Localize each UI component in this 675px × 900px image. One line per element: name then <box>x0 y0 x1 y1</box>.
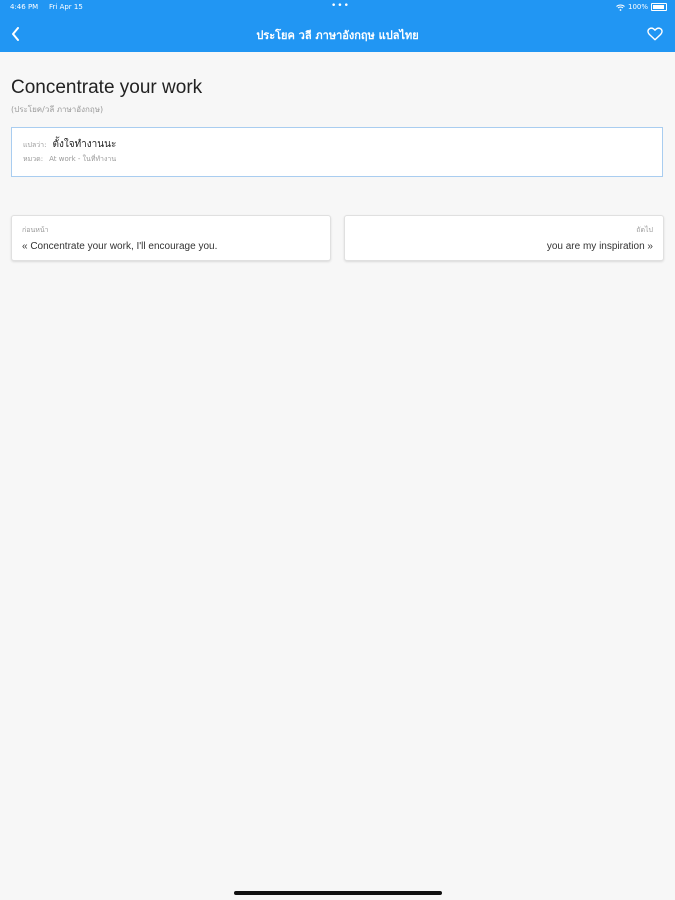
next-phrase-text: you are my inspiration » <box>546 241 653 252</box>
translation-row: แปลว่า: ตั้งใจทำงานนะ <box>23 137 116 152</box>
status-time: 4:46 PM <box>10 3 39 11</box>
phrase-subtitle: (ประโยค/วลี ภาษาอังกฤษ) <box>11 105 104 114</box>
category-row: หมวด: At work - ในที่ทำงาน <box>23 154 116 165</box>
status-right: 100% <box>616 3 667 11</box>
previous-phrase-text: « Concentrate your work, I'll encourage … <box>22 241 218 252</box>
home-indicator[interactable] <box>234 891 442 895</box>
status-bar: 4:46 PM Fri Apr 15 ••• 100% <box>0 1 675 15</box>
next-label: ถัดไป <box>636 226 653 234</box>
category-label: หมวด: <box>23 155 44 163</box>
translation-value: ตั้งใจทำงานนะ <box>52 139 117 150</box>
category-value: At work - ในที่ทำงาน <box>49 155 117 163</box>
translation-label: แปลว่า: <box>23 141 47 149</box>
previous-phrase-card[interactable]: ก่อนหน้า « Concentrate your work, I'll e… <box>11 215 331 261</box>
multitask-dots: ••• <box>331 1 350 11</box>
page-header-title: ประโยค วลี ภาษาอังกฤษ แปลไทย <box>256 29 419 42</box>
heart-outline-icon <box>647 27 663 41</box>
favorite-button[interactable] <box>643 22 667 46</box>
battery-icon <box>651 3 667 11</box>
wifi-icon <box>616 4 625 11</box>
previous-label: ก่อนหน้า <box>22 226 49 234</box>
translation-box: แปลว่า: ตั้งใจทำงานนะ หมวด: At work - ใน… <box>11 127 663 177</box>
next-phrase-card[interactable]: ถัดไป you are my inspiration » <box>344 215 664 261</box>
phrase-title: Concentrate your work <box>11 77 203 98</box>
app-header: 4:46 PM Fri Apr 15 ••• 100% ประโยค วลี ภ… <box>0 0 675 52</box>
battery-percent: 100% <box>627 3 648 11</box>
status-date: Fri Apr 15 <box>49 3 83 11</box>
